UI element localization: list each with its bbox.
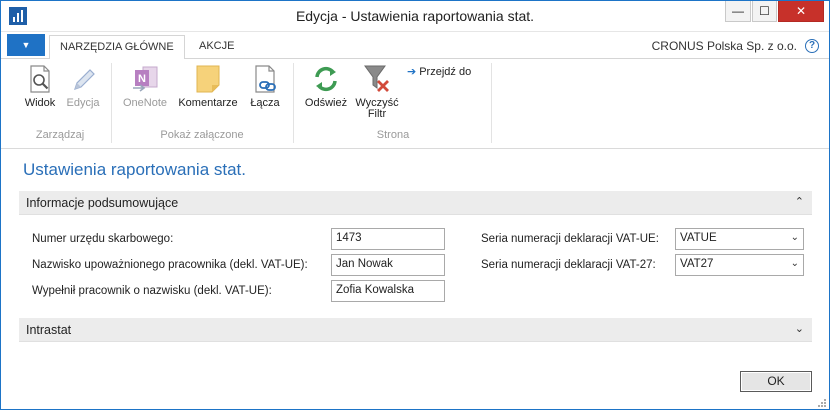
note-icon (192, 63, 224, 95)
view-label: Widok (24, 97, 56, 109)
group-label-page: Strona (376, 129, 410, 141)
vat27-series-select[interactable]: VAT27 ⌄ (675, 254, 804, 276)
ribbon-separator (111, 63, 112, 143)
title-bar[interactable]: Edycja - Ustawienia raportowania stat. —… (1, 1, 829, 32)
vatue-series-label: Seria numeracji deklaracji VAT-UE: (481, 233, 659, 245)
ribbon-separator (491, 63, 492, 143)
fasttab-summary-header[interactable]: Informacje podsumowujące ⌃ (19, 191, 812, 215)
comments-button[interactable]: Komentarze (175, 63, 241, 109)
view-button[interactable]: Widok (19, 63, 61, 109)
authorized-employee-input[interactable]: Jan Nowak (331, 254, 445, 276)
authorized-employee-label: Nazwisko upoważnionego pracownika (dekl.… (32, 259, 308, 271)
clear-filter-button[interactable]: Wyczyść Filtr (351, 63, 403, 120)
onenote-button[interactable]: N OneNote (117, 63, 173, 109)
minimize-button[interactable]: — (725, 1, 751, 22)
tab-home[interactable]: NARZĘDZIA GŁÓWNE (49, 35, 185, 60)
fasttab-intrastat-header[interactable]: Intrastat ⌄ (19, 318, 812, 342)
onenote-icon: N (129, 63, 161, 95)
chevron-down-icon[interactable]: ⌄ (795, 322, 804, 335)
maximize-button[interactable]: ☐ (752, 1, 777, 22)
onenote-label: OneNote (122, 97, 168, 109)
goto-button[interactable]: ➔ Przejdź do (407, 65, 471, 78)
goto-label: Przejdź do (419, 66, 472, 78)
arrow-right-icon: ➔ (407, 66, 417, 78)
group-label-attachments: Pokaż załączone (160, 129, 244, 141)
svg-text:N: N (138, 73, 146, 85)
window-title: Edycja - Ustawienia raportowania stat. (295, 8, 535, 24)
edit-button[interactable]: Edycja (63, 63, 103, 109)
tax-office-input[interactable]: 1473 (331, 228, 445, 250)
page-title: Ustawienia raportowania stat. (23, 160, 247, 179)
comments-label: Komentarze (178, 97, 238, 109)
app-menu-button[interactable]: ▼ (7, 34, 45, 56)
resize-grip-icon[interactable] (817, 397, 827, 407)
chevron-up-icon[interactable]: ⌃ (795, 195, 804, 208)
filled-by-input[interactable]: Zofia Kowalska (331, 280, 445, 302)
fasttab-intrastat-label: Intrastat (26, 323, 72, 337)
ribbon-tab-bar: ▼ NARZĘDZIA GŁÓWNE AKCJE CRONUS Polska S… (1, 32, 829, 60)
ribbon: Widok Edycja N OneNote Komentarze Łącza … (1, 59, 829, 149)
company-name: CRONUS Polska Sp. z o.o. (651, 39, 797, 53)
dialog-window: Edycja - Ustawienia raportowania stat. —… (0, 0, 830, 410)
clear-filter-icon (361, 63, 393, 95)
vat27-series-value: VAT27 (680, 258, 714, 270)
links-label: Łącza (250, 97, 280, 109)
filled-by-label: Wypełnił pracownik o nazwisku (dekl. VAT… (32, 285, 272, 297)
refresh-icon (310, 63, 342, 95)
vatue-series-select[interactable]: VATUE ⌄ (675, 228, 804, 250)
tab-actions[interactable]: AKCJE (189, 35, 244, 60)
refresh-label: Odśwież (304, 97, 348, 109)
help-icon[interactable]: ? (805, 39, 819, 53)
chevron-down-icon[interactable]: ⌄ (791, 258, 799, 269)
fasttab-summary-label: Informacje podsumowujące (26, 196, 179, 210)
vat27-series-label: Seria numeracji deklaracji VAT-27: (481, 259, 656, 271)
vatue-series-value: VATUE (680, 232, 717, 244)
pencil-icon (67, 63, 99, 95)
group-label-manage: Zarządzaj (35, 129, 85, 141)
link-icon (249, 63, 281, 95)
refresh-button[interactable]: Odśwież (301, 63, 351, 109)
chevron-down-icon[interactable]: ⌄ (791, 232, 799, 243)
view-icon (24, 63, 56, 95)
links-button[interactable]: Łącza (245, 63, 285, 109)
close-button[interactable]: ✕ (778, 1, 824, 22)
ok-button[interactable]: OK (740, 371, 812, 392)
ribbon-separator (293, 63, 294, 143)
tax-office-label: Numer urzędu skarbowego: (32, 233, 174, 245)
clear-filter-label-2: Filtr (367, 108, 387, 120)
edit-label: Edycja (66, 97, 100, 109)
